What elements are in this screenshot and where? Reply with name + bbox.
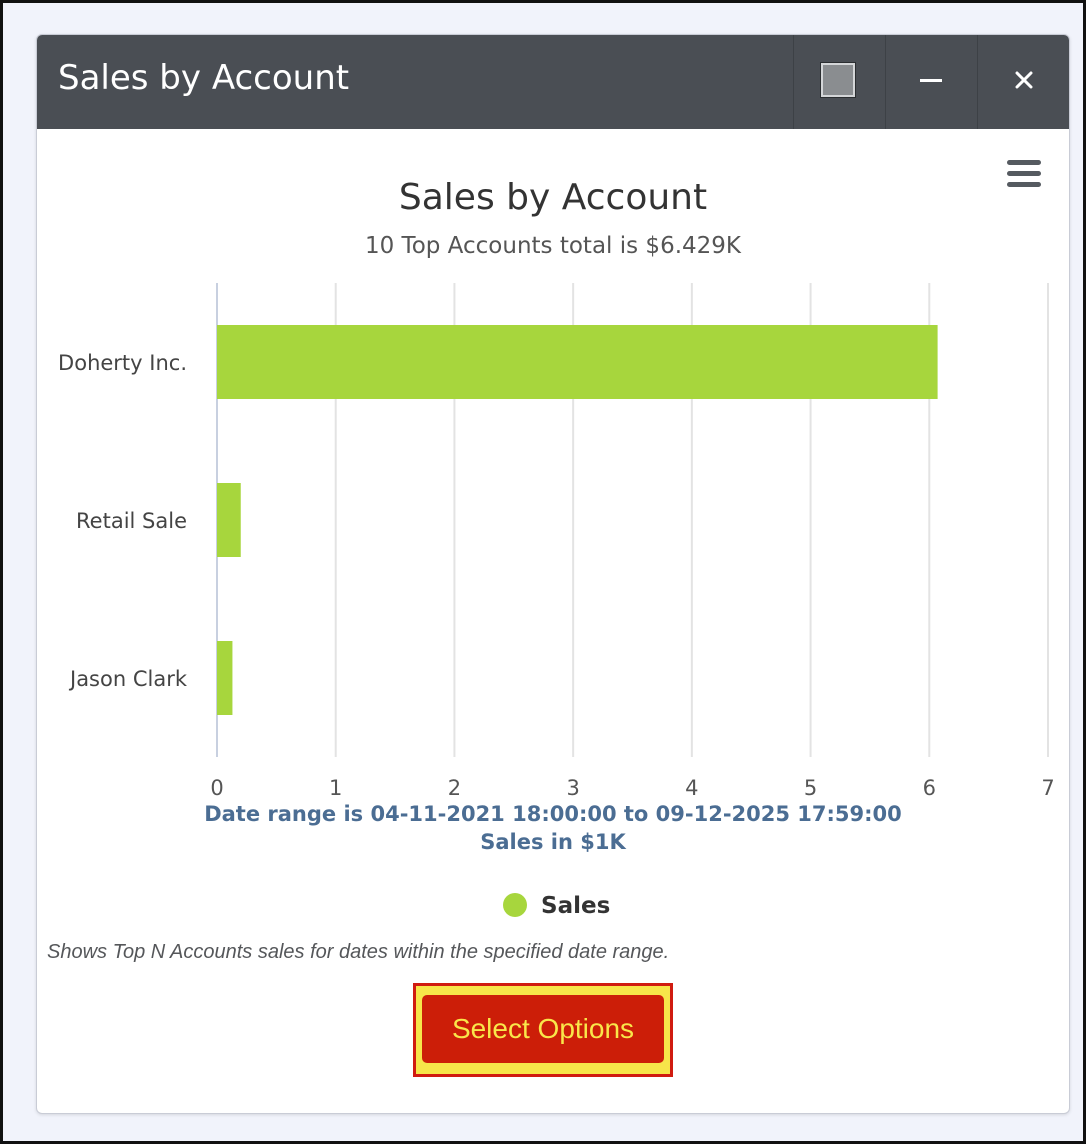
x-tick-label: 4 [685, 776, 698, 800]
chart-caption: Shows Top N Accounts sales for dates wit… [47, 941, 670, 963]
category-label: Jason Clark [68, 667, 188, 691]
chart-title: Sales by Account [399, 177, 707, 218]
minus-icon [920, 79, 942, 82]
select-options-button[interactable]: Select Options [413, 983, 673, 1077]
maximize-button[interactable] [793, 35, 885, 129]
bars [217, 325, 938, 715]
bar[interactable] [217, 641, 233, 715]
close-button[interactable] [977, 35, 1069, 129]
window-titlebar: Sales by Account [37, 35, 1069, 129]
x-axis-label-line-2: Sales in $1K [480, 830, 626, 854]
square-icon [821, 63, 855, 97]
chart-subtitle: 10 Top Accounts total is $6.429K [365, 233, 742, 259]
x-tick-label: 7 [1041, 776, 1054, 800]
category-labels: Doherty Inc. Retail Sale Jason Clark [58, 351, 188, 691]
x-tick-label: 6 [923, 776, 936, 800]
window-title: Sales by Account [58, 58, 350, 98]
x-tick-label: 1 [329, 776, 342, 800]
x-tick-label: 2 [448, 776, 461, 800]
close-icon [1015, 71, 1033, 89]
x-tick-label: 5 [804, 776, 817, 800]
x-axis-label-line-1: Date range is 04-11-2021 18:00:00 to 09-… [204, 802, 902, 826]
legend-marker-sales [503, 893, 527, 917]
x-tick-labels: 0 1 2 3 4 5 6 7 [210, 776, 1054, 800]
legend[interactable]: Sales [503, 893, 610, 919]
select-options-label: Select Options [422, 995, 664, 1063]
bar[interactable] [217, 325, 938, 399]
x-tick-label: 3 [566, 776, 579, 800]
bar[interactable] [217, 483, 241, 557]
screenshot-frame: Sales by Account Sales by Account 10 Top… [0, 0, 1086, 1144]
category-label: Retail Sale [76, 509, 187, 533]
minimize-button[interactable] [885, 35, 977, 129]
widget-window: Sales by Account Sales by Account 10 Top… [36, 34, 1070, 1114]
x-tick-label: 0 [210, 776, 223, 800]
category-label: Doherty Inc. [58, 351, 187, 375]
sales-bar-chart: Sales by Account 10 Top Accounts total i… [58, 177, 1055, 919]
legend-label-sales: Sales [541, 893, 610, 919]
